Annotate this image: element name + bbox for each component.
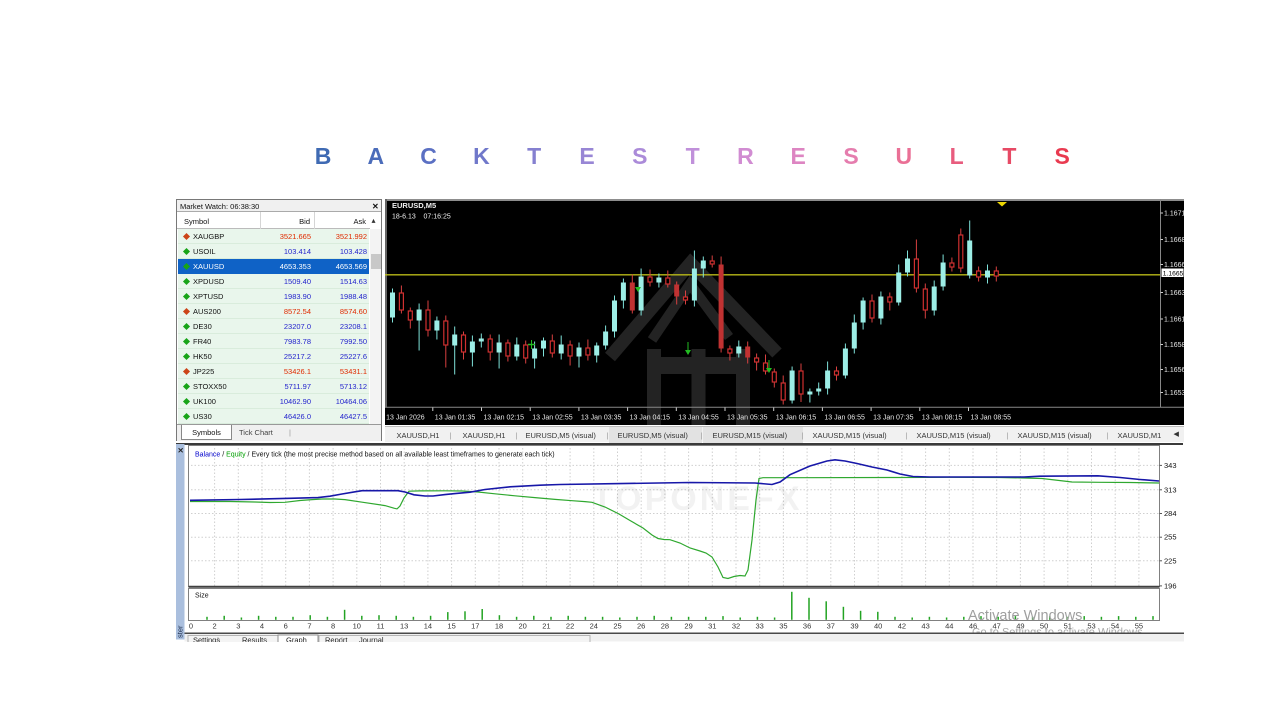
svg-text:13: 13 [400, 622, 408, 631]
svg-text:1.1668: 1.1668 [1164, 237, 1184, 244]
svg-text:22: 22 [566, 622, 574, 631]
svg-text:Graph: Graph [286, 636, 307, 642]
svg-text:44: 44 [945, 622, 953, 631]
svg-text:13 Jan 06:55: 13 Jan 06:55 [824, 414, 865, 421]
svg-text:36: 36 [803, 622, 811, 631]
svg-text:31: 31 [708, 622, 716, 631]
svg-text:37: 37 [827, 622, 835, 631]
svg-text:Size: Size [195, 593, 209, 600]
svg-text:13 Jan 04:15: 13 Jan 04:15 [629, 414, 670, 421]
svg-text:13 Jan 07:35: 13 Jan 07:35 [873, 414, 914, 421]
svg-text:13 Jan 01:35: 13 Jan 01:35 [434, 414, 475, 421]
svg-text:28: 28 [661, 622, 669, 631]
svg-text:0: 0 [189, 622, 193, 631]
svg-text:39: 39 [850, 622, 858, 631]
svg-text:13 Jan 06:15: 13 Jan 06:15 [775, 414, 816, 421]
svg-text:6: 6 [284, 622, 288, 631]
svg-text:43: 43 [921, 622, 929, 631]
svg-text:196: 196 [1164, 581, 1177, 590]
svg-text:33: 33 [756, 622, 764, 631]
svg-text:|: | [217, 636, 219, 642]
svg-text:13 Jan 02:55: 13 Jan 02:55 [532, 414, 573, 421]
svg-text:13 Jan 03:35: 13 Jan 03:35 [580, 414, 621, 421]
svg-text:1.1666: 1.1666 [1164, 262, 1184, 269]
svg-text:1.1656: 1.1656 [1164, 367, 1184, 374]
svg-text:Activate Windows: Activate Windows [968, 608, 1082, 624]
svg-text:Results: Results [242, 636, 267, 642]
svg-text:40: 40 [874, 622, 882, 631]
svg-text:13 Jan 08:15: 13 Jan 08:15 [921, 414, 962, 421]
svg-text:14: 14 [424, 622, 432, 631]
svg-text:29: 29 [684, 622, 692, 631]
svg-text:24: 24 [590, 622, 598, 631]
svg-text:25: 25 [613, 622, 621, 631]
svg-text:1.1653: 1.1653 [1164, 390, 1184, 397]
svg-text:1.1661: 1.1661 [1164, 316, 1184, 323]
svg-text:TOPONEFX: TOPONEFX [592, 480, 802, 518]
svg-text:26: 26 [637, 622, 645, 631]
svg-text:1.1658: 1.1658 [1164, 342, 1184, 349]
svg-text:11: 11 [377, 622, 385, 631]
svg-text:13 Jan 05:35: 13 Jan 05:35 [727, 414, 768, 421]
svg-text:343: 343 [1164, 461, 1177, 470]
svg-text:1.1671: 1.1671 [1164, 210, 1184, 217]
svg-text:13 Jan 2026: 13 Jan 2026 [386, 414, 425, 421]
svg-text:7: 7 [307, 622, 311, 631]
svg-text:Report: Report [325, 636, 348, 642]
svg-text:18: 18 [495, 622, 503, 631]
svg-text:|: | [341, 636, 343, 642]
svg-text:1.16655: 1.16655 [1162, 270, 1183, 277]
svg-text:32: 32 [732, 622, 740, 631]
svg-text:15: 15 [447, 622, 455, 631]
svg-text:18-6.13 07:16:25: 18-6.13 07:16:25 [392, 213, 451, 220]
svg-text:8: 8 [331, 622, 335, 631]
svg-text:ster: ster [176, 625, 185, 638]
svg-text:42: 42 [898, 622, 906, 631]
svg-text:17: 17 [471, 622, 479, 631]
svg-text:225: 225 [1164, 556, 1177, 565]
svg-text:13 Jan 02:15: 13 Jan 02:15 [483, 414, 524, 421]
svg-text:1.1663: 1.1663 [1164, 290, 1184, 297]
svg-text:Journal: Journal [359, 636, 384, 642]
svg-text:13 Jan 04:55: 13 Jan 04:55 [678, 414, 719, 421]
svg-text:21: 21 [542, 622, 550, 631]
svg-text:35: 35 [779, 622, 787, 631]
svg-text:Balance / Equity / Every tick: Balance / Equity / Every tick (the most … [195, 452, 555, 459]
svg-text:284: 284 [1164, 509, 1177, 518]
svg-text:2: 2 [213, 622, 217, 631]
svg-text:313: 313 [1164, 485, 1177, 494]
svg-text:13 Jan 08:55: 13 Jan 08:55 [970, 414, 1011, 421]
svg-text:✕: ✕ [178, 446, 184, 455]
svg-text:255: 255 [1164, 533, 1177, 542]
svg-text:3: 3 [236, 622, 240, 631]
svg-text:4: 4 [260, 622, 264, 631]
svg-text:10: 10 [353, 622, 361, 631]
svg-text:EURUSD,M5: EURUSD,M5 [392, 201, 436, 210]
svg-text:20: 20 [519, 622, 527, 631]
